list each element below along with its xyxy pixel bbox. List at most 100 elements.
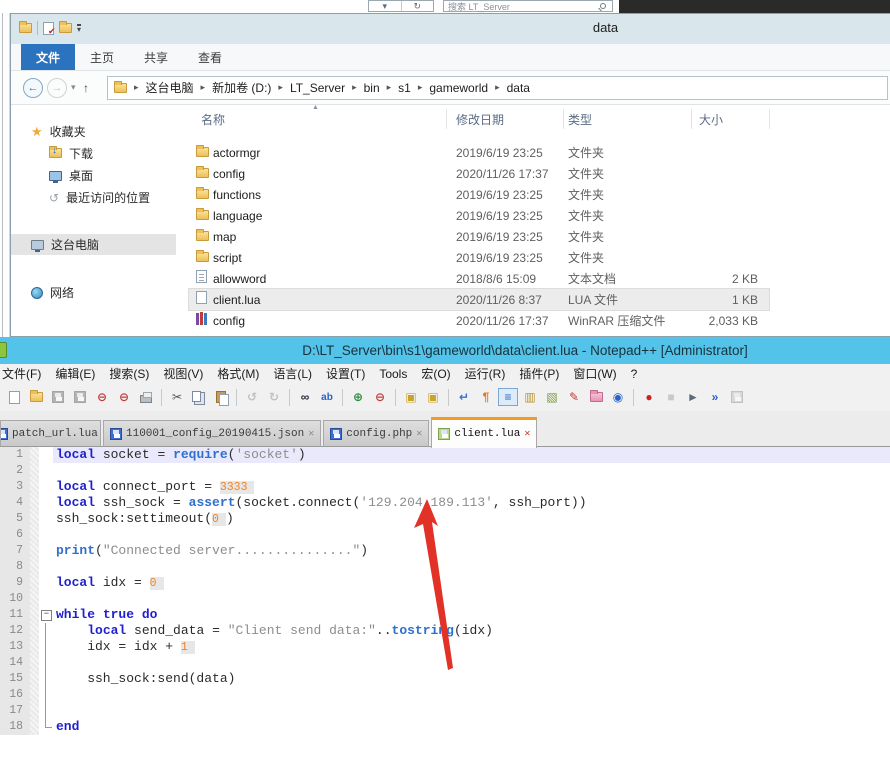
zoom-in-icon[interactable]: ⊕ xyxy=(348,388,368,406)
save-all-icon[interactable] xyxy=(70,388,90,406)
show-symbols-icon[interactable]: ¶ xyxy=(476,388,496,406)
search-box[interactable]: 搜索 LT_Server xyxy=(443,0,613,12)
column-divider[interactable] xyxy=(769,109,770,129)
breadcrumb-item[interactable]: bin xyxy=(364,81,380,95)
bookmark-margin[interactable] xyxy=(30,447,39,463)
menu-文件(F)[interactable]: 文件(F) xyxy=(0,365,48,382)
user-dialog-icon[interactable]: ▥ xyxy=(520,388,540,406)
bookmark-margin[interactable] xyxy=(30,495,39,511)
menu-宏(O)[interactable]: 宏(O) xyxy=(414,365,457,382)
code-text[interactable] xyxy=(53,559,890,575)
code-line[interactable]: 16 xyxy=(0,687,890,703)
code-editor[interactable]: 1local socket = require('socket')23local… xyxy=(0,447,890,781)
ribbon-tab-文件[interactable]: 文件 xyxy=(21,44,75,70)
code-line[interactable]: 5ssh_sock:settimeout(0) xyxy=(0,511,890,527)
breadcrumb-item[interactable]: LT_Server xyxy=(290,81,345,95)
file-name[interactable]: config xyxy=(213,167,456,181)
code-text[interactable] xyxy=(53,703,890,719)
print-icon[interactable] xyxy=(136,388,156,406)
document-map-icon[interactable]: ▧ xyxy=(542,388,562,406)
code-text[interactable]: local connect_port = 3333 xyxy=(53,479,890,495)
code-text[interactable] xyxy=(53,687,890,703)
bookmark-margin[interactable] xyxy=(30,703,39,719)
code-text[interactable] xyxy=(53,527,890,543)
fold-line-icon[interactable] xyxy=(39,703,53,719)
code-text[interactable]: while true do xyxy=(53,607,890,623)
menu-视图(V)[interactable]: 视图(V) xyxy=(156,365,210,382)
save-icon[interactable] xyxy=(48,388,68,406)
sidebar-item-收藏夹[interactable]: ★收藏夹 xyxy=(11,121,176,142)
code-text[interactable]: end xyxy=(53,719,890,735)
address-dropdown-icon[interactable]: ▾ xyxy=(369,1,402,11)
fold-end-icon[interactable] xyxy=(39,719,53,735)
back-button[interactable]: ← xyxy=(23,78,43,98)
sidebar-item-下载[interactable]: ↓下载 xyxy=(11,143,176,164)
file-row[interactable]: client.lua2020/11/26 8:37LUA 文件1 KB xyxy=(189,289,769,310)
tab-client.lua[interactable]: client.lua✕ xyxy=(431,417,537,448)
function-list-icon[interactable]: ✎ xyxy=(564,388,584,406)
menu-格式(M)[interactable]: 格式(M) xyxy=(210,365,266,382)
cut-icon[interactable]: ✂ xyxy=(167,388,187,406)
open-file-icon[interactable] xyxy=(26,388,46,406)
undo-icon[interactable]: ↺ xyxy=(242,388,262,406)
file-row[interactable]: map2019/6/19 23:25文件夹 xyxy=(189,226,769,247)
notepadpp-titlebar[interactable]: D:\LT_Server\bin\s1\gameworld\data\clien… xyxy=(0,337,890,364)
redo-icon[interactable]: ↻ xyxy=(264,388,284,406)
code-line[interactable]: 3local connect_port = 3333 xyxy=(0,479,890,495)
close-all-icon[interactable]: ⊖ xyxy=(114,388,134,406)
code-line[interactable]: 18end xyxy=(0,719,890,735)
close-file-icon[interactable]: ⊖ xyxy=(92,388,112,406)
menu-设置(T)[interactable]: 设置(T) xyxy=(319,365,372,382)
code-line[interactable]: 15 ssh_sock:send(data) xyxy=(0,671,890,687)
code-line[interactable]: 6 xyxy=(0,527,890,543)
bookmark-margin[interactable] xyxy=(30,463,39,479)
document-monitor-icon[interactable]: ◉ xyxy=(608,388,628,406)
menu-运行(R)[interactable]: 运行(R) xyxy=(458,365,513,382)
column-divider[interactable] xyxy=(446,109,447,129)
column-header-size[interactable]: 大小 xyxy=(699,111,723,128)
find-icon[interactable]: ∞ xyxy=(295,388,315,406)
file-name[interactable]: config xyxy=(213,314,456,328)
menu-搜索(S)[interactable]: 搜索(S) xyxy=(102,365,156,382)
address-bar[interactable]: ▸这台电脑▸新加卷 (D:)▸LT_Server▸bin▸s1▸gameworl… xyxy=(107,76,888,100)
indent-guide-icon[interactable]: ≡ xyxy=(498,388,518,406)
fold-line-icon[interactable] xyxy=(39,655,53,671)
code-text[interactable] xyxy=(53,591,890,607)
search-input[interactable]: 搜索 LT_Server xyxy=(448,0,600,13)
file-row[interactable]: language2019/6/19 23:25文件夹 xyxy=(189,205,769,226)
replace-icon[interactable]: ab xyxy=(317,388,337,406)
column-header-name[interactable]: 名称 xyxy=(201,111,225,128)
copy-icon[interactable] xyxy=(189,388,209,406)
close-tab-icon[interactable]: ✕ xyxy=(416,428,422,440)
code-line[interactable]: 9local idx = 0 xyxy=(0,575,890,591)
fold-open-icon[interactable] xyxy=(39,607,53,623)
menu-语言(L)[interactable]: 语言(L) xyxy=(266,365,319,382)
bookmark-margin[interactable] xyxy=(30,527,39,543)
folder-workspace-icon[interactable] xyxy=(586,388,606,406)
menu-插件(P)[interactable]: 插件(P) xyxy=(512,365,566,382)
code-line[interactable]: 14 xyxy=(0,655,890,671)
column-divider[interactable] xyxy=(691,109,692,129)
recent-locations-dropdown-icon[interactable]: ▾ xyxy=(71,82,83,93)
fold-line-icon[interactable] xyxy=(39,639,53,655)
tab-patch_url.lua[interactable]: patch_url.lua✕ xyxy=(0,420,101,447)
menu-Tools[interactable]: Tools xyxy=(372,367,414,381)
sidebar-item-最近访问的位置[interactable]: ↺最近访问的位置 xyxy=(11,187,176,208)
macro-record-icon[interactable]: ● xyxy=(639,388,659,406)
bookmark-margin[interactable] xyxy=(30,559,39,575)
file-name[interactable]: map xyxy=(213,230,456,244)
file-name[interactable]: allowword xyxy=(213,272,456,286)
code-line[interactable]: 2 xyxy=(0,463,890,479)
code-line[interactable]: 4local ssh_sock = assert(socket.connect(… xyxy=(0,495,890,511)
bookmark-margin[interactable] xyxy=(30,623,39,639)
code-line[interactable]: 12 local send_data = "Client send data:"… xyxy=(0,623,890,639)
close-tab-icon[interactable]: ✕ xyxy=(524,428,530,440)
new-file-icon[interactable] xyxy=(4,388,24,406)
column-divider[interactable] xyxy=(563,109,564,129)
macro-stop-icon[interactable]: ■ xyxy=(661,388,681,406)
bookmark-margin[interactable] xyxy=(30,575,39,591)
address-dropdown-refresh[interactable]: ▾ ↻ xyxy=(368,0,434,12)
menu-窗口(W)[interactable]: 窗口(W) xyxy=(566,365,623,382)
bookmark-margin[interactable] xyxy=(30,639,39,655)
sync-horizontal-icon[interactable]: ▣ xyxy=(423,388,443,406)
